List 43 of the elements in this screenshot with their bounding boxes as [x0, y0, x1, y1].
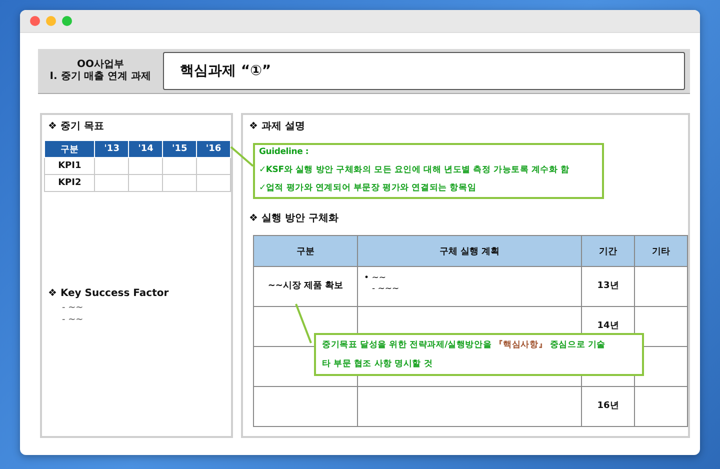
section-heading: ❖ 실행 방안 구체화 [249, 212, 338, 226]
column-header: 구분 [44, 140, 95, 158]
list-item: - ~~ [62, 303, 84, 313]
title-box: 핵심과제 “①” [163, 52, 685, 90]
table-cell [634, 386, 688, 426]
guideline-text: ✓KSF와 실행 방안 구체화의 모든 요인에 대해 년도별 측정 가능토록 계수화 함 [259, 165, 570, 176]
minimize-icon[interactable] [46, 16, 56, 26]
table-cell: KPI2 [44, 174, 95, 192]
close-icon[interactable] [30, 16, 40, 26]
guideline-text: ✓업적 평가와 연계되어 부문장 평가와 연결되는 항목임 [259, 183, 476, 194]
maximize-icon[interactable] [62, 16, 72, 26]
table-cell: 16년 [582, 386, 634, 426]
table-cell [162, 174, 197, 192]
callout-text: 타 부문 협조 사항 명시할 것 [322, 359, 433, 370]
table-cell: 13년 [582, 266, 634, 306]
bullet-text: • ~~ [364, 273, 386, 284]
table-cell [94, 174, 129, 192]
table-cell: ~~시장 제품 확보 [254, 266, 358, 306]
table-cell [634, 266, 688, 306]
column-header: 구분 [254, 236, 358, 266]
table-cell [162, 158, 197, 174]
section-heading: ❖ 중기 목표 [48, 120, 104, 134]
section-label: Ⅰ. 중기 매출 연계 과제 [50, 71, 152, 83]
column-header: 기타 [634, 236, 688, 266]
column-header: '14 [128, 140, 163, 158]
sub-item-text: - ~~~ [372, 284, 400, 295]
column-header: 기간 [582, 236, 634, 266]
table-cell [196, 174, 230, 192]
table-cell [94, 158, 129, 174]
column-header: 구체 실행 계획 [358, 236, 582, 266]
table-cell: KPI1 [44, 158, 95, 174]
section-heading: ❖ Key Success Factor [48, 287, 169, 301]
column-header: '16 [196, 140, 230, 158]
section-heading: ❖ 과제 설명 [249, 120, 305, 134]
table-cell [128, 158, 163, 174]
list-item: - ~~ [62, 315, 84, 325]
leader-line [295, 304, 312, 344]
guideline-title: Guideline : [259, 147, 309, 158]
department-label: OO사업부 [76, 59, 124, 71]
column-header: '15 [162, 140, 197, 158]
column-header: '13 [94, 140, 129, 158]
table-cell [196, 158, 230, 174]
table-cell [128, 174, 163, 192]
